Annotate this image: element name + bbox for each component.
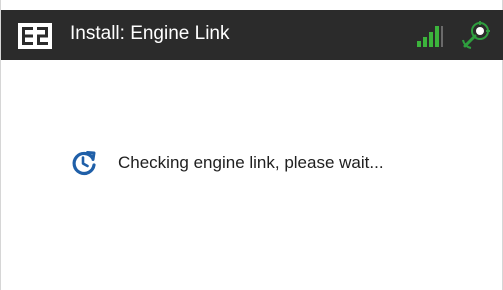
app-window: Install: Engine Link Checking engine lin… (0, 0, 503, 290)
status-row: Checking engine link, please wait... (70, 149, 384, 177)
title-bar: Install: Engine Link (1, 10, 503, 60)
status-message: Checking engine link, please wait... (118, 153, 384, 172)
signal-strength-icon (417, 26, 443, 47)
app-logo-icon (18, 23, 52, 49)
gps-location-icon (462, 21, 490, 49)
refresh-spinner-icon (72, 151, 96, 176)
window-title: Install: Engine Link (70, 23, 230, 44)
